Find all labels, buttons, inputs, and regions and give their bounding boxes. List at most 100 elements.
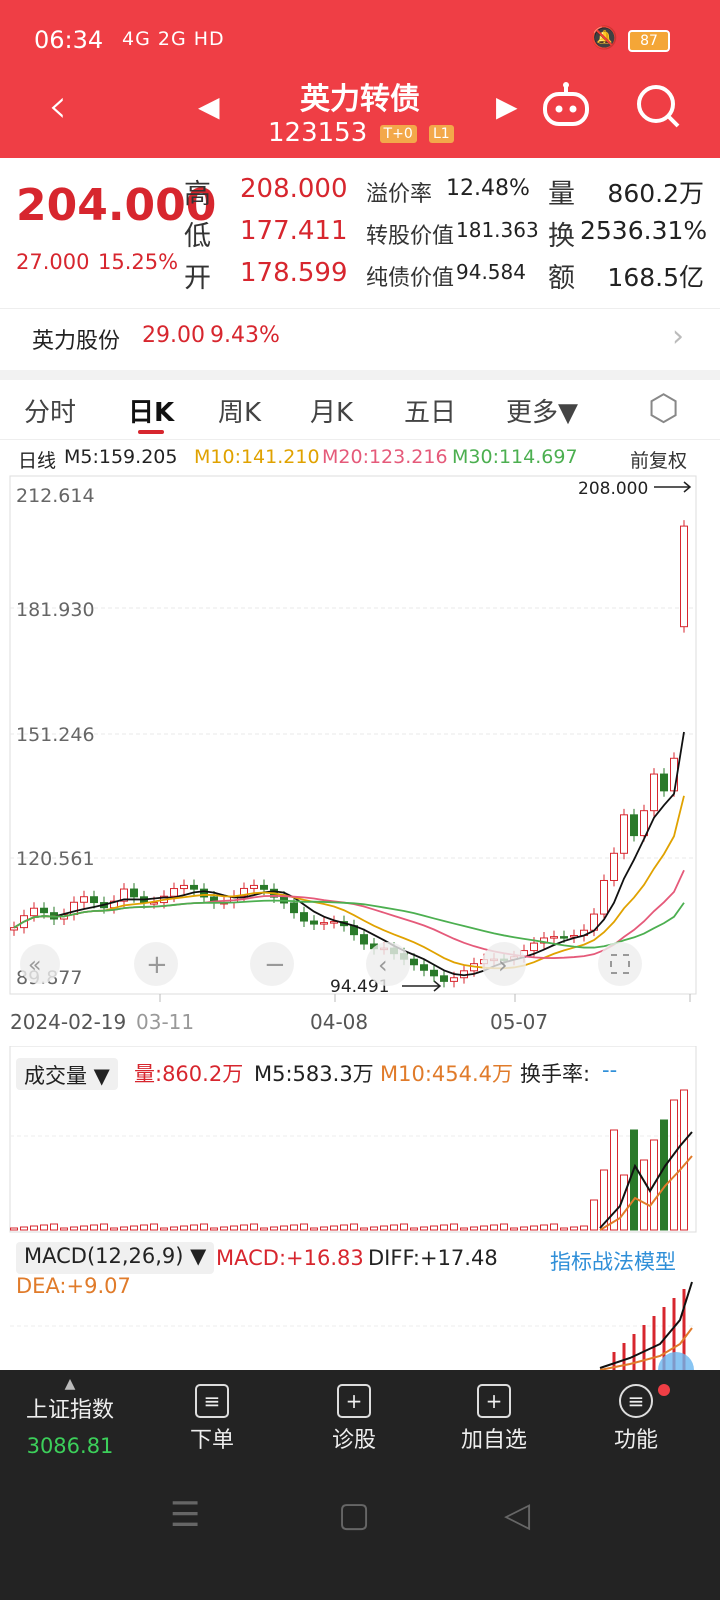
- volume-bar: [230, 1225, 238, 1231]
- underlying-stock-row[interactable]: 英力股份 29.00 9.43% ›: [0, 308, 720, 370]
- settings-icon[interactable]: ⬡: [648, 388, 679, 429]
- system-nav: ☰ ▢ ◁: [0, 1495, 720, 1555]
- add-label: 加自选: [460, 1428, 527, 1453]
- market-index-button[interactable]: ▲ 上证指数 3086.81: [10, 1376, 130, 1458]
- macd-bar: [652, 1316, 656, 1370]
- candle: [620, 814, 628, 854]
- candle: [650, 773, 658, 812]
- kline-chart[interactable]: 212.614 181.930 151.246 120.561 89.877 2…: [0, 474, 720, 1010]
- menu-nav-icon[interactable]: ☰: [170, 1495, 200, 1535]
- tab-five-day[interactable]: 五日: [404, 392, 456, 429]
- volume-bar: [270, 1226, 278, 1231]
- l1-badge: L1: [429, 124, 454, 143]
- candle: [660, 773, 668, 792]
- volume-chart: [9, 1046, 697, 1233]
- stock-code: 123153 T+0 L1: [268, 118, 454, 148]
- tab-monthly-k[interactable]: 月K: [310, 392, 353, 429]
- volume-bar: [300, 1223, 308, 1231]
- signal-icons: 4G 2G HD: [122, 28, 225, 50]
- candle: [440, 975, 448, 982]
- ma-label: 日线: [18, 450, 57, 472]
- volume-bar: [580, 1225, 588, 1231]
- volume-bar: [570, 1226, 578, 1231]
- code-text: 123153: [268, 118, 368, 148]
- candle: [450, 977, 458, 982]
- tab-more[interactable]: 更多▼: [506, 392, 578, 429]
- candle: [80, 896, 88, 903]
- chevron-left-icon: ‹: [378, 951, 388, 979]
- function-button[interactable]: ≡ 功能: [576, 1384, 696, 1454]
- candle: [310, 920, 318, 925]
- candle: [360, 934, 368, 945]
- volume-bar: [400, 1223, 408, 1231]
- diagnose-button[interactable]: + 诊股: [294, 1384, 414, 1454]
- candle: [530, 942, 538, 952]
- volume-bar: [60, 1227, 68, 1231]
- high-marker-label: 208.000: [578, 479, 648, 499]
- volume-bar: [450, 1223, 458, 1231]
- tab-weekly-k[interactable]: 周K: [218, 392, 261, 429]
- volume-bar: [310, 1227, 318, 1231]
- function-label: 功能: [613, 1428, 658, 1453]
- stock-name: 英力股份: [32, 329, 121, 354]
- volume-bar: [630, 1129, 638, 1231]
- turnover-value: 2536.31%: [580, 216, 708, 245]
- candle: [30, 907, 38, 917]
- high-label: 高: [184, 179, 211, 210]
- volume-bar: [560, 1227, 568, 1231]
- search-icon[interactable]: [634, 80, 682, 132]
- volume-bar: [430, 1225, 438, 1231]
- candle: [430, 969, 438, 977]
- add-watchlist-button[interactable]: + 加自选: [434, 1384, 554, 1454]
- volume-value: 860.2万: [607, 179, 704, 208]
- open-value: 178.599: [240, 258, 348, 288]
- volume-bar: [240, 1224, 248, 1231]
- volume-bar: [210, 1227, 218, 1231]
- home-nav-icon[interactable]: ▢: [338, 1495, 370, 1535]
- volume-bar: [680, 1089, 688, 1231]
- amount-value: 168.5亿: [607, 263, 704, 292]
- prev-candle-button[interactable]: [366, 942, 410, 986]
- volume-bar: [660, 1119, 668, 1231]
- next-stock-icon[interactable]: ▶: [496, 90, 518, 123]
- volume-bar: [90, 1224, 98, 1231]
- adjust-mode[interactable]: 前复权: [630, 446, 687, 473]
- top-bar: 06:34 4G 2G HD 🔕 87 ‹ ◀ 英力转债 123153 T+0 …: [0, 0, 720, 158]
- amount-label: 额: [548, 263, 575, 294]
- candle: [130, 888, 138, 898]
- minus-icon: −: [264, 950, 286, 980]
- candle: [320, 922, 328, 925]
- volume-bar: [150, 1223, 158, 1231]
- volume-bar: [320, 1226, 328, 1231]
- volume-bar: [380, 1225, 388, 1231]
- volume-bar: [260, 1227, 268, 1231]
- volume-bar: [420, 1226, 428, 1231]
- order-button[interactable]: ≡ 下单: [152, 1384, 272, 1454]
- candle: [600, 879, 608, 915]
- candle: [610, 852, 618, 881]
- y-label-2: 181.930: [16, 599, 95, 621]
- volume-bar: [280, 1225, 288, 1231]
- tab-daily-k[interactable]: 日K: [128, 392, 174, 429]
- volume-bar: [390, 1224, 398, 1231]
- candle: [250, 884, 258, 889]
- volume-bar: [180, 1225, 188, 1231]
- ma10-line: [13, 795, 685, 970]
- period-tabs: 分时 日K 周K 月K 五日 更多▼ ⬡: [0, 380, 720, 440]
- volume-bar: [590, 1199, 598, 1231]
- volume-bar: [410, 1227, 418, 1231]
- volume-bar: [190, 1224, 198, 1231]
- candle: [560, 936, 568, 939]
- tab-intraday[interactable]: 分时: [24, 392, 76, 429]
- volume-bar: [80, 1225, 88, 1231]
- volume-bars: [10, 1089, 688, 1231]
- back-nav-icon[interactable]: ◁: [504, 1495, 530, 1535]
- fullscreen-button[interactable]: [598, 942, 642, 986]
- candle: [90, 896, 98, 904]
- premium-label: 溢价率: [366, 182, 433, 207]
- volume-bar: [50, 1223, 58, 1231]
- ma-legend: 日线 M5:159.205 M10:141.210 M20:123.216 M3…: [0, 446, 720, 474]
- volume-bar: [510, 1227, 518, 1231]
- x-label-2: 03-11: [136, 1010, 195, 1034]
- robot-assistant-icon[interactable]: [540, 80, 592, 132]
